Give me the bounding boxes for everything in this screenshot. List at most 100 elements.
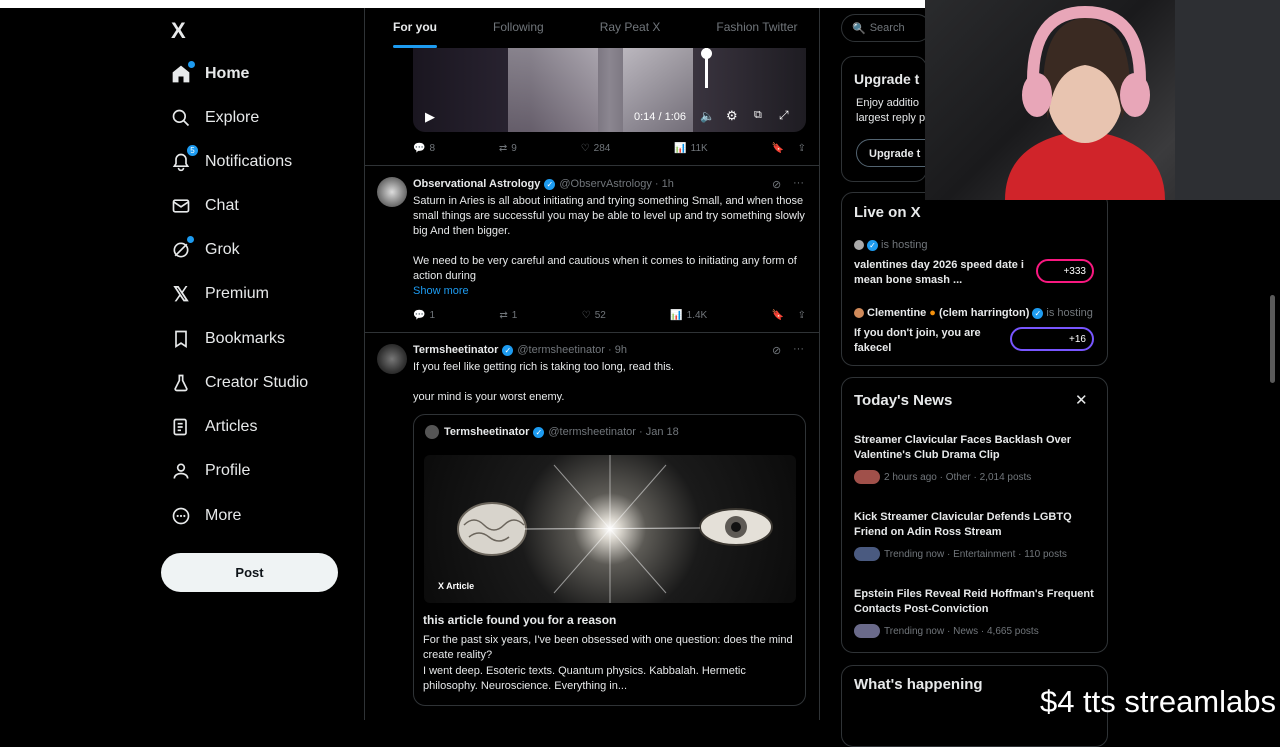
views-button[interactable]: 📊 11K: [674, 143, 708, 154]
tweet-text: If you feel like getting rich is taking …: [413, 361, 675, 373]
avatar[interactable]: [377, 344, 407, 374]
settings-icon[interactable]: ⚙: [726, 108, 738, 124]
verified-icon: ✓: [867, 239, 878, 251]
news-headline[interactable]: Kick Streamer Clavicular Defends LGBTQ F…: [854, 510, 1094, 540]
nav-item-explore[interactable]: Explore: [170, 103, 259, 133]
nav-item-bookmarks[interactable]: Bookmarks: [170, 324, 285, 354]
scrollbar[interactable]: [1270, 295, 1275, 383]
nav-label-home: Home: [205, 65, 250, 82]
more-circle-icon: [170, 505, 192, 527]
repost-icon: ⇄: [499, 310, 508, 321]
person-icon: [170, 460, 192, 482]
nav-item-notifications[interactable]: 5 Notifications: [170, 145, 293, 177]
views-button[interactable]: 📊 1.4K: [670, 310, 707, 321]
reply-icon: 💬: [413, 143, 426, 154]
author-name[interactable]: Termsheetinator: [413, 344, 498, 356]
close-icon[interactable]: ✕: [1075, 391, 1088, 409]
tweet-text: We need to be very careful and cautious …: [413, 255, 797, 282]
live-listener-avatars[interactable]: +333: [1036, 259, 1094, 283]
view-count: 11K: [690, 143, 708, 154]
quote-author-handle[interactable]: @termsheetinator · Jan 18: [548, 426, 678, 438]
article-excerpt: I went deep. Esoteric texts. Quantum phy…: [423, 665, 746, 692]
news-headline[interactable]: Epstein Files Reveal Reid Hoffman's Freq…: [854, 587, 1094, 617]
like-button[interactable]: ♡ 284: [581, 143, 611, 154]
live-space-title[interactable]: valentines day 2026 speed date i mean bo…: [854, 258, 1024, 288]
nav-item-articles[interactable]: Articles: [170, 412, 257, 442]
host-avatar: [854, 308, 864, 318]
volume-icon[interactable]: 🔈: [700, 109, 715, 123]
live-space-title[interactable]: If you don't join, you are fakecel: [854, 326, 1004, 356]
article-title[interactable]: this article found you for a reason: [423, 613, 616, 627]
brain-eye-illustration: [457, 455, 773, 603]
search-input[interactable]: 🔍 Search: [841, 14, 931, 42]
more-icon[interactable]: ···: [793, 177, 804, 189]
search-icon: 🔍: [852, 22, 866, 35]
news-headline[interactable]: Streamer Clavicular Faces Backlash Over …: [854, 433, 1094, 463]
article-cover-image[interactable]: X Article: [424, 455, 796, 603]
bookmark-button[interactable]: 🔖 ⇪: [772, 310, 806, 321]
nav-item-more[interactable]: More: [170, 501, 241, 531]
nav-item-grok[interactable]: Grok: [170, 235, 240, 265]
repost-button[interactable]: ⇄ 1: [499, 310, 517, 321]
author-handle[interactable]: @ObservAstrology · 1h: [559, 178, 674, 190]
upsell-title: Upgrade t: [854, 71, 920, 87]
tab-for-you[interactable]: For you: [393, 8, 437, 48]
reply-count: 1: [429, 310, 436, 321]
tab-following[interactable]: Following: [493, 8, 544, 48]
chart-icon: 📊: [670, 310, 683, 321]
flask-icon: [170, 372, 192, 394]
timeline-tabs: For you Following Ray Peat X Fashion Twi…: [365, 8, 819, 48]
nav-item-premium[interactable]: 𝕏 Premium: [170, 279, 269, 309]
author-name[interactable]: Observational Astrology: [413, 178, 540, 190]
like-count: 52: [594, 310, 606, 321]
quote-author-name[interactable]: Termsheetinator: [444, 426, 529, 438]
quoted-article[interactable]: Termsheetinator ✓ @termsheetinator · Jan…: [413, 414, 806, 706]
nav-item-profile[interactable]: Profile: [170, 456, 250, 486]
nav-item-creator-studio[interactable]: Creator Studio: [170, 368, 308, 398]
nav-label-explore: Explore: [205, 109, 260, 126]
grok-icon[interactable]: ⊘: [772, 178, 781, 191]
like-count: 284: [593, 143, 611, 154]
live-listener-avatars[interactable]: +16: [1010, 327, 1094, 351]
nav-label-creator-studio: Creator Studio: [205, 374, 309, 391]
nav-label-grok: Grok: [205, 241, 240, 258]
more-icon[interactable]: ···: [793, 343, 804, 355]
nav-label-articles: Articles: [205, 418, 258, 435]
chart-icon: 📊: [674, 143, 687, 154]
pip-icon[interactable]: ⧉: [754, 109, 762, 122]
share-icon[interactable]: ⇪: [798, 310, 806, 321]
nav-label-notifications: Notifications: [205, 153, 293, 170]
nav-item-home[interactable]: Home: [170, 59, 249, 89]
share-icon[interactable]: ⇪: [798, 143, 806, 154]
fullscreen-icon[interactable]: ⤢: [779, 108, 789, 123]
search-placeholder: Search: [869, 22, 905, 34]
nav-item-chat[interactable]: Chat: [170, 191, 239, 221]
x-logo-icon[interactable]: X: [171, 18, 186, 44]
author-handle[interactable]: @termsheetinator · 9h: [517, 344, 627, 356]
tab-fashion-twitter[interactable]: Fashion Twitter: [716, 8, 797, 48]
nav-label-chat: Chat: [205, 197, 239, 214]
post-button[interactable]: Post: [161, 553, 338, 592]
video-player[interactable]: ▶ 0:14 / 1:06 🔈 ⚙ ⧉ ⤢: [413, 46, 806, 132]
repost-button[interactable]: ⇄ 9: [499, 143, 517, 154]
notifications-badge: 5: [187, 145, 198, 156]
nav-label-bookmarks: Bookmarks: [205, 330, 286, 347]
like-button[interactable]: ♡ 52: [582, 310, 606, 321]
news-meta: Trending now · Entertainment · 110 posts: [884, 548, 1067, 560]
upsell-text: largest reply p: [856, 112, 926, 124]
host-name-suffix: (clem harrington): [938, 307, 1030, 319]
mail-icon: [170, 195, 192, 217]
upgrade-button[interactable]: Upgrade t: [856, 139, 926, 167]
grok-icon[interactable]: ⊘: [772, 344, 781, 357]
bookmark-button[interactable]: 🔖 ⇪: [772, 143, 806, 154]
tweet-header: Termsheetinator ✓ @termsheetinator · 9h: [413, 344, 627, 356]
todays-news-card: Today's News ✕ Streamer Clavicular Faces…: [841, 377, 1108, 653]
avatar[interactable]: [377, 177, 407, 207]
reply-button[interactable]: 💬 1: [413, 310, 435, 321]
host-name[interactable]: Clementine: [867, 307, 926, 319]
show-more-link[interactable]: Show more: [413, 285, 469, 297]
reply-button[interactable]: 💬 8: [413, 143, 435, 154]
tab-ray-peat-x[interactable]: Ray Peat X: [600, 8, 661, 48]
play-icon[interactable]: ▶: [425, 109, 435, 125]
verified-icon: ✓: [533, 426, 545, 438]
